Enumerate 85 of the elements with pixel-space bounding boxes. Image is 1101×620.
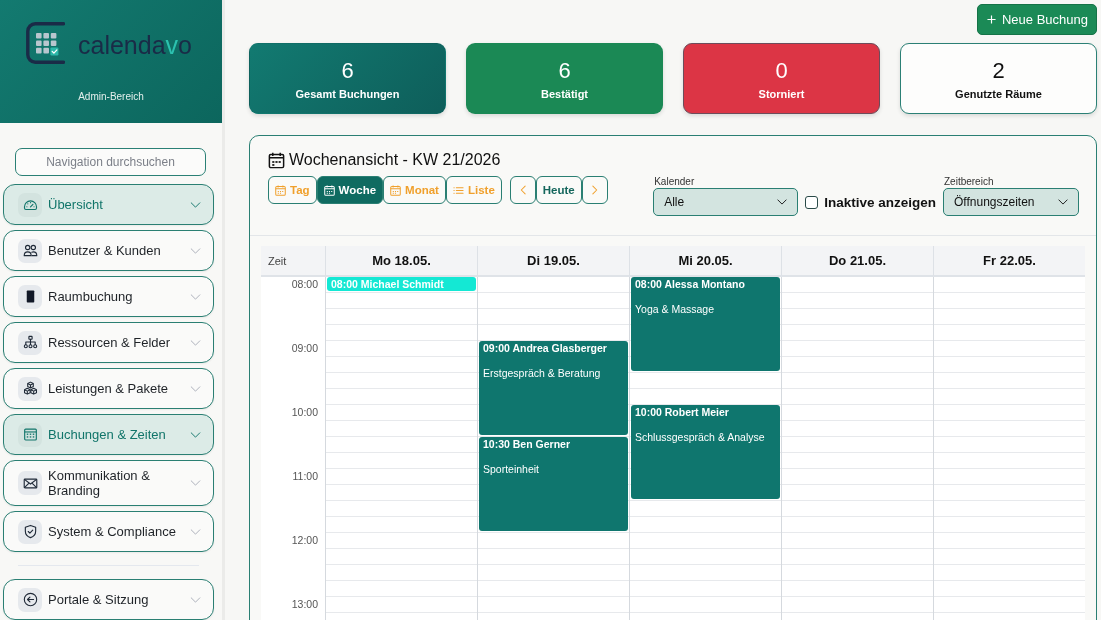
sidebar-subtitle: Admin-Bereich [78, 91, 144, 102]
plus-icon [987, 15, 996, 24]
event-service: Erstgespräch & Beratung [483, 367, 602, 379]
time-label: 09:00 [290, 341, 319, 354]
column-header: Mo 18.05. [325, 246, 477, 277]
previous-button[interactable] [509, 176, 536, 204]
stat-label: Gesamt Buchungen [295, 87, 400, 100]
chevron-down-icon [190, 247, 201, 254]
column-header: Di 19.05. [477, 246, 629, 277]
search-field[interactable]: Navigation durchsuchen [15, 148, 206, 176]
nav-item[interactable]: Benutzer & Kunden [3, 230, 214, 271]
calendar-icon [18, 422, 42, 447]
chevron-down-icon [777, 199, 788, 205]
stat-value: 2 [992, 57, 1005, 84]
stat-label: Bestätigt [540, 87, 589, 100]
time-label: 11:00 [291, 469, 319, 482]
event-card[interactable]: 10:30 Ben Gerner Sporteinheit [479, 437, 628, 531]
list-icon [452, 184, 464, 196]
stat-value: 0 [775, 57, 788, 84]
shield-check-icon [18, 519, 42, 544]
event-service: Sporteinheit [483, 463, 541, 475]
new-booking-button[interactable]: Neue Buchung [977, 4, 1097, 35]
time-label: 08:00 [290, 277, 319, 290]
next-button[interactable] [581, 176, 608, 204]
chevron-left-icon [519, 185, 526, 195]
cubes-icon [18, 376, 42, 401]
envelope-icon [18, 471, 42, 495]
event-service: Schlussgespräch & Analyse [635, 431, 766, 443]
nav-item[interactable]: Übersicht [3, 184, 214, 225]
chevron-down-icon [190, 385, 201, 392]
stat-label: Storniert [758, 87, 805, 100]
field-label: Zeitbereich [944, 176, 995, 188]
calendar-select[interactable]: Alle [653, 188, 799, 216]
view-tab[interactable]: Woche [316, 176, 384, 204]
chevron-down-icon [190, 201, 201, 208]
nav-item[interactable]: System & Compliance [3, 511, 214, 552]
event-card[interactable]: 08:00 Alessa Montano Yoga & Massage [631, 277, 780, 371]
door-icon [18, 284, 42, 309]
chevron-down-icon [1058, 199, 1068, 205]
chevron-down-icon [190, 596, 201, 603]
gauge-icon [18, 192, 42, 217]
nav-item[interactable]: Raumbuchung [3, 276, 214, 317]
logo-text: calendavo [78, 29, 192, 60]
column-header: Mi 20.05. [629, 246, 781, 277]
calendar-icon [275, 184, 286, 196]
event-service: Yoga & Massage [635, 303, 715, 315]
calendar-icon [323, 184, 335, 196]
chevron-down-icon [190, 528, 201, 535]
stat-value: 6 [558, 57, 571, 84]
calendar-icon [268, 151, 285, 169]
field-label: Kalender [654, 176, 696, 188]
hierarchy-icon [18, 330, 42, 355]
checkbox-label: Inaktive anzeigen [824, 194, 936, 210]
time-label: 13:00 [290, 597, 319, 610]
chevron-down-icon [190, 339, 201, 346]
time-range-select[interactable]: Öffnungszeiten [943, 188, 1079, 216]
column-header: Do 21.05. [781, 246, 933, 277]
today-button[interactable]: Heute [535, 176, 582, 204]
event-title: 08:00 Michael Schmidt [331, 278, 445, 290]
column-header: Zeit [261, 246, 325, 277]
logo-icon [26, 22, 65, 64]
event-title: 08:00 Alessa Montano [635, 278, 746, 290]
chevron-down-icon [190, 293, 201, 300]
nav-item[interactable]: Leistungen & Pakete [3, 368, 214, 409]
event-title: 10:00 Robert Meier [635, 406, 730, 418]
calendar-title: Wochenansicht - KW 21/2026 [289, 150, 501, 170]
users-icon [18, 238, 42, 263]
nav-item[interactable]: Kommunikation & Branding [3, 460, 214, 506]
time-label: 10:00 [290, 405, 319, 418]
calendar-icon [390, 184, 402, 196]
chevron-down-icon [190, 480, 201, 486]
chevron-down-icon [190, 431, 201, 438]
time-label: 12:00 [290, 533, 319, 546]
nav-item[interactable]: Buchungen & Zeiten [3, 414, 214, 455]
checkbox[interactable] [805, 195, 819, 209]
chevron-right-icon [591, 185, 598, 195]
event-card[interactable]: 10:00 Robert Meier Schlussgespräch & Analyse [631, 405, 780, 499]
event-card[interactable]: 09:00 Andrea Glasberger Erstgespräch & Beratung [479, 341, 628, 435]
stat-value: 6 [341, 57, 354, 84]
nav-item[interactable]: Portale & Sitzung [3, 579, 214, 620]
nav-item[interactable]: Ressourcen & Felder [3, 322, 214, 363]
event-title: 09:00 Andrea Glasberger [483, 342, 608, 354]
event-title: 10:30 Ben Gerner [483, 438, 571, 450]
column-header: Fr 22.05. [933, 246, 1085, 277]
stat-label: Genutzte Räume [955, 87, 1042, 100]
